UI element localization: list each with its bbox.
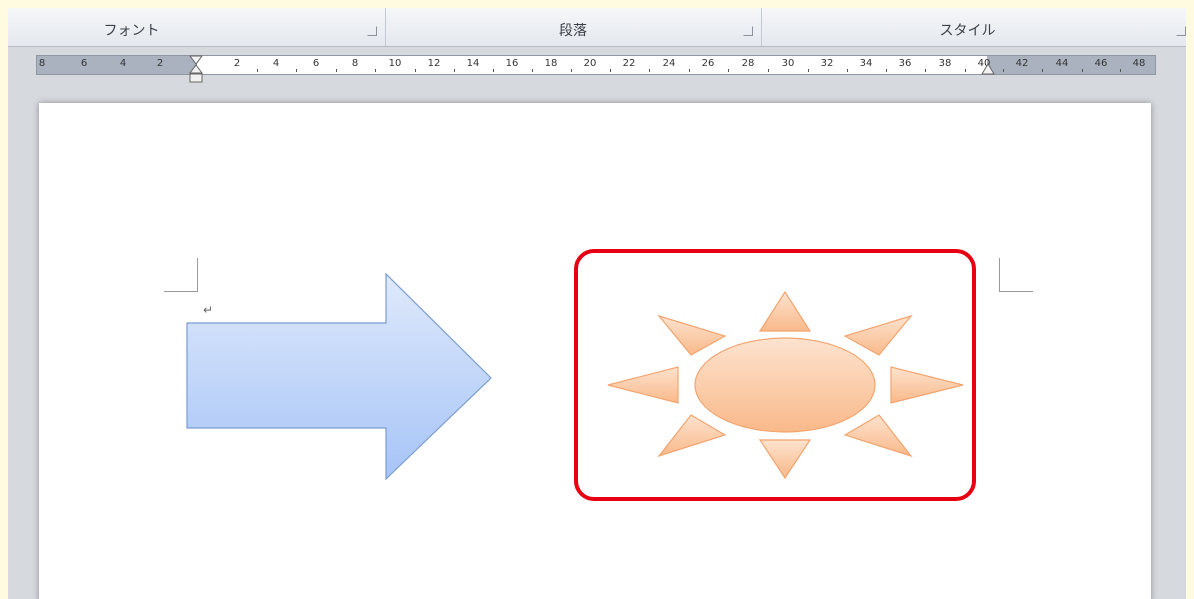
ribbon-group-styles: スタイル <box>761 8 1194 46</box>
ruler-tick-label: 16 <box>505 58 519 69</box>
ruler-tick-mark <box>1120 69 1121 72</box>
ruler-tick-label: 2 <box>233 58 241 69</box>
ruler-tick-label: 46 <box>1094 58 1108 69</box>
highlight-frame <box>574 249 976 501</box>
ruler-tick-label: 20 <box>583 58 597 69</box>
ruler-right-margin <box>987 56 1155 74</box>
ruler-tick-label: 14 <box>466 58 480 69</box>
text-boundary-corner-right <box>999 258 1033 292</box>
group-label-font: フォント <box>103 23 160 39</box>
right-indent-marker-icon[interactable] <box>981 63 995 75</box>
ruler-tick-mark <box>1081 69 1083 72</box>
ruler-tick-label: 2 <box>156 58 164 69</box>
word-window: フォント 段落 スタイル 8 6 4 2 2 4 6 8 10 12 14 16 18 20 22 24 26 2… <box>8 8 1194 599</box>
ruler-tick-label: 48 <box>1132 58 1146 69</box>
ruler-area: 8 6 4 2 2 4 6 8 10 12 14 16 18 20 22 24 26 28 30 32 34 36 38 40… <box>8 47 1194 88</box>
block-arrow-right-icon[interactable] <box>175 268 492 481</box>
ruler-tick-mark <box>846 69 848 72</box>
ruler-tick-label: 22 <box>622 58 636 69</box>
ruler-tick-label: 44 <box>1055 58 1069 69</box>
ruler-tick-label: 6 <box>80 58 88 69</box>
styles-dialog-launcher-icon[interactable] <box>1176 26 1186 36</box>
ruler-tick-mark <box>375 69 376 72</box>
ruler-tick-mark <box>1042 69 1043 72</box>
ruler-tick-mark <box>256 69 258 72</box>
ruler-tick-mark <box>335 69 337 72</box>
font-dialog-launcher-icon[interactable] <box>367 26 377 36</box>
ruler-left-margin <box>37 56 197 74</box>
window-edge <box>1186 8 1194 599</box>
paragraph-dialog-launcher-icon[interactable] <box>743 26 753 36</box>
ribbon-group-bar: フォント 段落 スタイル <box>8 8 1194 47</box>
ruler-tick-label: 10 <box>388 58 402 69</box>
ruler-tick-label: 36 <box>898 58 912 69</box>
group-label-styles: スタイル <box>939 23 996 39</box>
ruler-tick-label: 30 <box>781 58 795 69</box>
ruler-tick-label: 6 <box>312 58 320 69</box>
ruler-tick-label: 38 <box>938 58 952 69</box>
ruler-tick-label: 34 <box>859 58 873 69</box>
ruler-tick-mark <box>649 69 650 72</box>
ruler-tick-mark <box>807 69 809 72</box>
ruler-tick-mark <box>296 69 297 72</box>
ruler-tick-label: 24 <box>662 58 676 69</box>
horizontal-ruler[interactable]: 8 6 4 2 2 4 6 8 10 12 14 16 18 20 22 24 26 28 30 32 34 36 38 40… <box>36 55 1156 83</box>
ruler-tick-mark <box>885 69 887 72</box>
ribbon-group-paragraph: 段落 <box>385 8 762 46</box>
ruler-tick-label: 8 <box>38 58 46 69</box>
ruler-tick-label: 42 <box>1015 58 1029 69</box>
ruler-tick-mark <box>728 69 729 72</box>
ruler-tick-label: 18 <box>544 58 558 69</box>
ruler-tick-mark <box>688 69 690 72</box>
document-page[interactable]: ↵ <box>39 103 1151 599</box>
ruler-tick-label: 32 <box>820 58 834 69</box>
ruler-tick-mark <box>531 69 533 72</box>
group-label-paragraph: 段落 <box>559 23 587 39</box>
ribbon-group-font: フォント <box>8 8 386 46</box>
ruler-tick-mark <box>492 69 494 72</box>
ruler-tick-mark <box>768 69 769 72</box>
indent-marker-icon[interactable] <box>189 55 203 85</box>
ruler-tick-mark <box>453 69 455 72</box>
ruler-tick-mark <box>1003 69 1004 72</box>
ruler-tick-label: 12 <box>427 58 441 69</box>
ruler-tick-label: 4 <box>119 58 127 69</box>
ruler-tick-label: 8 <box>351 58 359 69</box>
ruler-tick-label: 26 <box>701 58 715 69</box>
ruler-tick-mark <box>570 69 572 72</box>
ruler-tick-mark <box>609 69 611 72</box>
ruler-tick-label: 28 <box>741 58 755 69</box>
ruler-tick-mark <box>925 69 926 72</box>
ruler-tick-mark <box>964 69 966 72</box>
ruler-tick-mark <box>414 69 416 72</box>
ruler-tick-label: 4 <box>272 58 280 69</box>
